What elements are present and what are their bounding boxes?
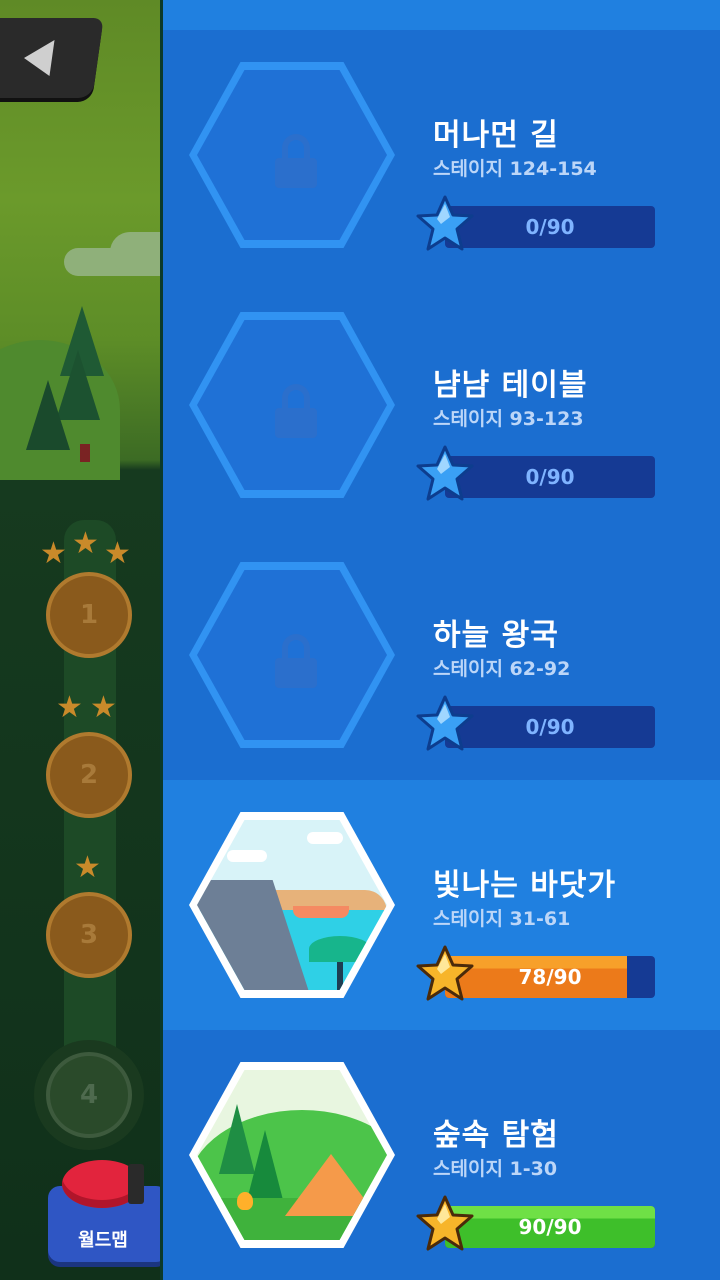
world-stage-range: 스테이지 62-92: [433, 654, 570, 681]
panel-top-strip: [163, 0, 720, 30]
world-title: 냠냠 테이블: [433, 368, 588, 403]
world-stage-range: 스테이지 31-61: [433, 904, 570, 931]
back-button[interactable]: [0, 18, 104, 98]
tree-trunk: [80, 444, 90, 462]
map-node-4[interactable]: 4: [46, 1052, 132, 1138]
node-number: 2: [79, 760, 99, 790]
world-stage-range: 스테이지 124-154: [433, 154, 597, 181]
progress-text: 90/90: [518, 1215, 582, 1239]
world-title: 숲속 탐험: [433, 1118, 559, 1153]
range-value: 124-154: [509, 158, 597, 180]
progress-text: 0/90: [525, 215, 575, 239]
lock-icon: [275, 384, 317, 438]
worldmap-label: 월드맵: [78, 1230, 128, 1251]
gold-star-icon: [416, 1195, 474, 1251]
range-value: 93-123: [509, 408, 584, 430]
star-icon: ★: [56, 690, 83, 725]
world-list-panel: 머나먼 길 스테이지 124-154 0/90 냠냠 테이블 스테이지 93-1…: [160, 0, 720, 1280]
node-number: 4: [79, 1080, 99, 1110]
world-thumbnail: [189, 312, 395, 498]
stage-prefix: 스테이지: [433, 908, 503, 930]
world-title: 하늘 왕국: [433, 618, 559, 653]
star-progress-bar: 0/90: [445, 206, 655, 248]
world-thumbnail: [189, 812, 395, 998]
boat-icon: [293, 906, 349, 918]
range-value: 31-61: [509, 908, 571, 930]
star-icon: ★: [104, 536, 131, 571]
star-icon: ★: [74, 850, 101, 885]
star-progress-bar: 90/90: [445, 1206, 655, 1248]
world-stage-range: 스테이지 1-30: [433, 1154, 557, 1181]
range-value: 62-92: [509, 658, 571, 680]
world-row-3[interactable]: 빛나는 바닷가 스테이지 31-61 78/90: [163, 780, 720, 1030]
node-number: 3: [79, 920, 99, 950]
gold-star-icon: [416, 945, 474, 1001]
progress-text: 78/90: [518, 965, 582, 989]
back-arrow-icon: [21, 40, 55, 76]
star-progress-bar: 0/90: [445, 706, 655, 748]
world-row-4[interactable]: 숲속 탐험 스테이지 1-30 90/90: [163, 1030, 720, 1280]
world-row-2[interactable]: 하늘 왕국 스테이지 62-92 0/90: [163, 530, 720, 780]
world-row-0[interactable]: 머나먼 길 스테이지 124-154 0/90: [163, 30, 720, 280]
lock-icon: [275, 634, 317, 688]
star-progress-bar: 78/90: [445, 956, 655, 998]
world-thumbnail: [189, 562, 395, 748]
stage-prefix: 스테이지: [433, 1158, 503, 1180]
map-node-2[interactable]: 2: [46, 732, 132, 818]
stage-prefix: 스테이지: [433, 658, 503, 680]
star-icon: ★: [40, 536, 67, 571]
background-map: ★ ★ ★ 1 ★ ★ 2 ★ 3 4: [0, 0, 160, 1280]
progress-text: 0/90: [525, 465, 575, 489]
blue-star-icon: [416, 445, 474, 501]
world-row-1[interactable]: 냠냠 테이블 스테이지 93-123 0/90: [163, 280, 720, 530]
stage-prefix: 스테이지: [433, 408, 503, 430]
world-title: 빛나는 바닷가: [433, 868, 617, 903]
blimp-fin: [128, 1164, 144, 1204]
pine-tree: [26, 380, 70, 450]
map-node-3[interactable]: 3: [46, 892, 132, 978]
blue-star-icon: [416, 695, 474, 751]
progress-text: 0/90: [525, 715, 575, 739]
lock-icon: [275, 134, 317, 188]
world-stage-range: 스테이지 93-123: [433, 404, 584, 431]
cloud: [110, 232, 160, 272]
stage-prefix: 스테이지: [433, 158, 503, 180]
world-thumbnail: [189, 62, 395, 248]
blue-star-icon: [416, 195, 474, 251]
world-title: 머나먼 길: [433, 118, 559, 153]
world-thumbnail: [189, 1062, 395, 1248]
campfire-icon: [237, 1192, 253, 1210]
star-progress-bar: 0/90: [445, 456, 655, 498]
star-icon: ★: [72, 526, 99, 561]
map-node-1[interactable]: 1: [46, 572, 132, 658]
range-value: 1-30: [509, 1158, 558, 1180]
star-icon: ★: [90, 690, 117, 725]
node-number: 1: [79, 600, 99, 630]
